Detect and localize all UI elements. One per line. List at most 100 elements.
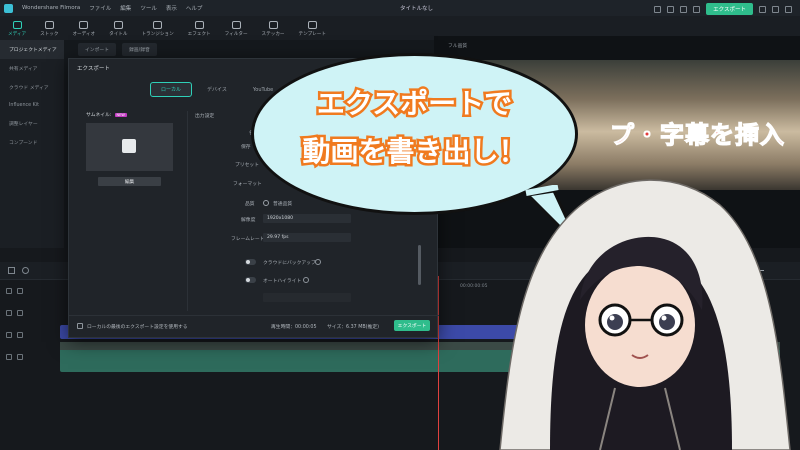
tab-local[interactable]: ローカル — [149, 82, 193, 97]
import-button[interactable]: インポート — [78, 42, 116, 56]
user-icon[interactable] — [693, 5, 701, 13]
help-icon[interactable] — [315, 259, 321, 265]
format-label: フォーマット — [233, 182, 262, 187]
output-settings-label: 出力設定 — [195, 114, 215, 119]
app-logo-icon — [4, 3, 13, 13]
auto-highlight-label: オートハイライト — [263, 279, 302, 284]
menu-view[interactable]: 表示 — [166, 4, 177, 12]
tool-title[interactable]: タイトル — [109, 21, 128, 37]
tool-label: トランジション — [141, 32, 174, 37]
thumbnail-preview[interactable] — [86, 123, 173, 171]
tool-transition[interactable]: トランジション — [142, 21, 174, 37]
playhead[interactable] — [438, 276, 439, 450]
cloud-backup-toggle[interactable] — [245, 259, 256, 265]
resolution-label: 解像度 — [241, 218, 256, 223]
hooded-girl-illustration — [499, 179, 791, 450]
menu-file[interactable]: ファイル — [89, 4, 111, 12]
eye-icon[interactable] — [17, 332, 23, 338]
edit-thumbnail-button[interactable]: 編集 — [98, 177, 161, 186]
tool-label: ステッカー — [261, 32, 285, 37]
music-note-icon[interactable] — [6, 354, 12, 360]
sidebar-item-influence-kit[interactable]: Influence Kit — [0, 97, 64, 114]
transition-icon — [153, 21, 163, 29]
menu-tools[interactable]: ツール — [140, 4, 157, 12]
dialog-scrollbar[interactable] — [418, 245, 421, 285]
sidebar-item-project-media[interactable]: プロジェクトメディア — [0, 40, 64, 59]
dialog-footer: ローカルの最後のエクスポート設定を使用する 再生時間：00:00:05 サイズ：… — [69, 315, 439, 337]
filter-icon — [231, 21, 241, 29]
media-sidebar: プロジェクトメディア 共有メディア クラウド メディア Influence Ki… — [0, 40, 64, 262]
pen-icon — [122, 139, 136, 153]
resolution-select[interactable]: 1920x1080 — [263, 214, 351, 223]
tool-label: オーディオ — [72, 32, 96, 37]
eye-icon[interactable] — [17, 288, 23, 294]
lock-icon[interactable] — [6, 310, 12, 316]
template-icon — [307, 21, 317, 29]
menu-bar: Wondershare Filmora ファイル 編集 ツール 表示 ヘルプ タ… — [0, 0, 800, 16]
new-badge: NEW — [114, 112, 127, 117]
tool-label: エフェクト — [187, 32, 211, 37]
top-export-button[interactable]: エクスポート — [706, 3, 753, 15]
tool-label: テンプレート — [298, 32, 326, 37]
tool-template[interactable]: テンプレート — [299, 21, 326, 37]
help-icon[interactable] — [303, 277, 309, 283]
highlight-select[interactable] — [263, 293, 351, 302]
tool-audio[interactable]: オーディオ — [72, 21, 95, 37]
stock-icon — [44, 21, 54, 29]
use-last-settings-checkbox[interactable] — [77, 323, 83, 329]
menu-edit[interactable]: 編集 — [120, 4, 131, 12]
minimize-icon[interactable] — [759, 5, 766, 13]
framerate-label: フレームレート — [231, 237, 265, 242]
quality-value[interactable]: 普通品質 — [273, 200, 292, 207]
tool-media[interactable]: メディア — [8, 21, 26, 37]
preview-quality-label[interactable]: フル画質 — [448, 42, 467, 49]
lock-icon[interactable] — [6, 332, 12, 338]
cloud-icon[interactable] — [680, 5, 688, 13]
close-icon[interactable] — [785, 5, 792, 13]
thumbnail-label: サムネイル: NEW — [86, 111, 127, 118]
app-name: Wondershare Filmora — [22, 5, 81, 11]
save-label: 保存 — [241, 145, 251, 150]
dialog-title: エクスポート — [77, 66, 110, 72]
tool-stock[interactable]: ストック — [40, 21, 58, 37]
size-text: サイズ：6.37 MB(推定) — [327, 325, 380, 330]
tool-label: フィルター — [224, 32, 248, 37]
preview-overlay-text: プ・字幕を挿入 — [609, 120, 785, 149]
sidebar-item-compound[interactable]: コンプーンド — [0, 133, 64, 152]
duration-text: 再生時間：00:00:05 — [271, 325, 317, 330]
project-title: タイトルなし — [400, 6, 434, 12]
tab-device[interactable]: デバイス — [197, 83, 237, 96]
tool-sticker[interactable]: ステッカー — [262, 21, 285, 37]
maximize-icon[interactable] — [772, 5, 779, 13]
eye-icon[interactable] — [17, 310, 23, 316]
divider — [187, 111, 188, 311]
sidebar-item-shared-media[interactable]: 共有メディア — [0, 59, 64, 78]
text-icon — [113, 21, 123, 29]
effect-icon — [194, 21, 204, 29]
tool-label: メディア — [8, 32, 27, 37]
grid-icon[interactable] — [8, 267, 15, 274]
tool-filter[interactable]: フィルター — [225, 21, 248, 37]
track-controls — [4, 280, 56, 400]
quality-radio[interactable] — [263, 200, 269, 206]
cloud-backup-label: クラウドにバックアップ — [263, 261, 316, 266]
record-button[interactable]: 録画/録音 — [122, 42, 157, 56]
music-note-icon — [79, 21, 89, 29]
tool-label: タイトル — [109, 32, 128, 37]
undo-icon[interactable] — [22, 267, 29, 274]
lock-icon[interactable] — [6, 288, 12, 294]
export-button[interactable]: エクスポート — [394, 320, 430, 331]
auto-highlight-toggle[interactable] — [245, 277, 256, 283]
monitor-icon[interactable] — [667, 5, 675, 13]
media-icon — [12, 21, 22, 29]
sidebar-item-cloud-media[interactable]: クラウド メディア — [0, 78, 64, 97]
speaker-icon[interactable] — [17, 354, 23, 360]
framerate-select[interactable]: 29.97 fps — [263, 233, 351, 242]
tool-effect[interactable]: エフェクト — [188, 21, 211, 37]
menu-help[interactable]: ヘルプ — [186, 4, 203, 12]
caption-line-1: エクスポートで — [314, 85, 514, 123]
screen-icon[interactable] — [654, 5, 662, 13]
tool-label: ストック — [40, 32, 59, 37]
sticker-icon — [268, 21, 278, 29]
sidebar-item-adjustment-layer[interactable]: 調整レイヤー — [0, 114, 64, 133]
